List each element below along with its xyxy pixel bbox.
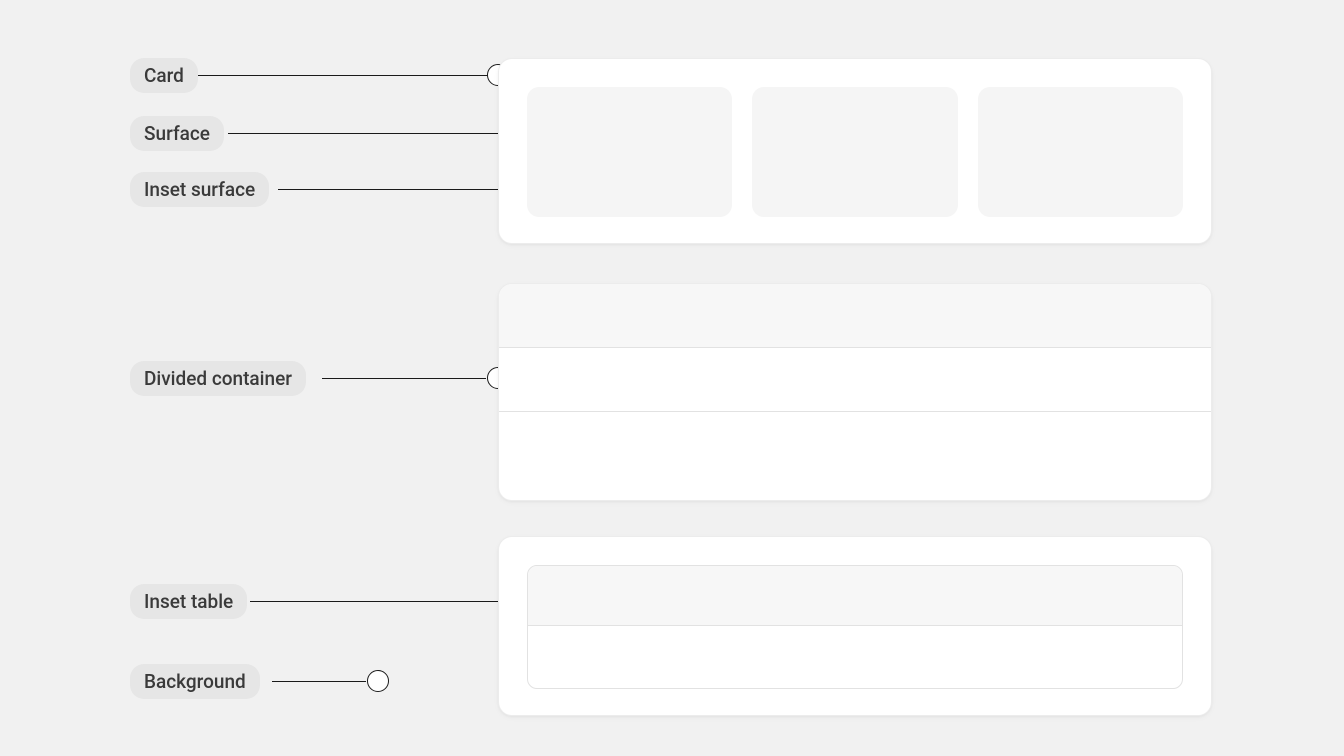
marker-background [367, 670, 389, 692]
connector-surface [228, 133, 506, 134]
label-surface: Surface [130, 116, 224, 151]
inset-surface-row [527, 87, 1183, 217]
example-divided-container [498, 283, 1212, 501]
connector-card [198, 75, 488, 76]
divided-header-row [499, 284, 1211, 348]
example-inset-table-panel [498, 536, 1212, 716]
inset-table-row [528, 626, 1182, 686]
divided-row [499, 348, 1211, 412]
inset-surface-cell [527, 87, 732, 217]
label-inset-surface: Inset surface [130, 172, 269, 207]
connector-divided [322, 378, 486, 379]
inset-table [527, 565, 1183, 689]
label-inset-table: Inset table [130, 584, 247, 619]
inset-surface-cell [978, 87, 1183, 217]
inset-surface-cell [752, 87, 957, 217]
divided-row [499, 412, 1211, 476]
example-card-panel [498, 58, 1212, 244]
connector-background [272, 681, 366, 682]
label-card: Card [130, 58, 198, 93]
inset-table-header-row [528, 566, 1182, 626]
label-background: Background [130, 664, 260, 699]
label-divided-container: Divided container [130, 361, 306, 396]
